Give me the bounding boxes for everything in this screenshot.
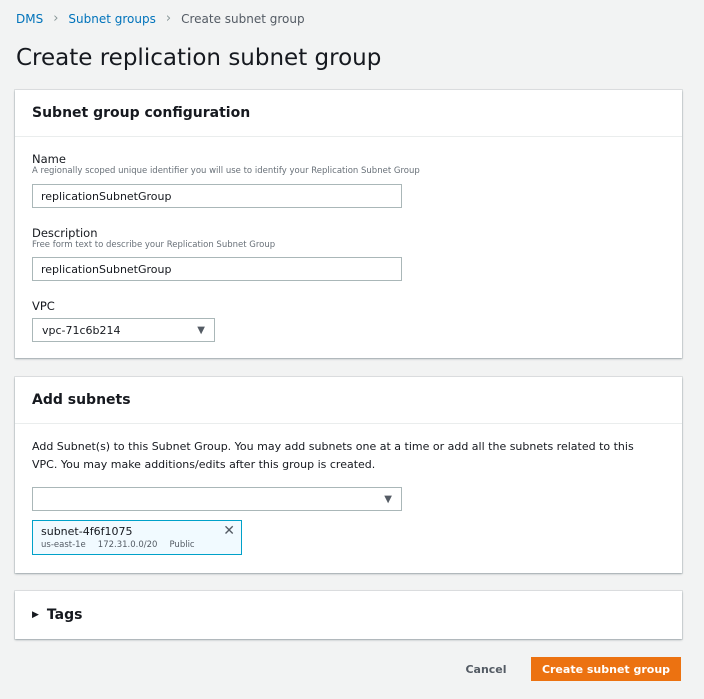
name-label: Name — [32, 152, 66, 166]
close-icon[interactable]: ✕ — [223, 524, 235, 538]
subnet-token-meta: us-east-1e 172.31.0.0/20 Public — [41, 539, 233, 551]
tags-panel: ▶ Tags — [15, 591, 682, 639]
chevron-right-icon: › — [165, 11, 172, 26]
description-description: Free form text to describe your Replicat… — [32, 240, 276, 250]
caret-down-icon: ▼ — [384, 493, 392, 505]
description-label: Description — [32, 226, 98, 240]
name-input[interactable] — [32, 184, 402, 208]
tags-expand-toggle[interactable]: ▶ Tags — [15, 591, 682, 639]
subnet-token-type: Public — [169, 540, 195, 550]
caret-down-icon: ▼ — [197, 324, 205, 336]
vpc-label: VPC — [32, 299, 55, 313]
add-subnets-info: Add Subnet(s) to this Subnet Group. You … — [32, 440, 634, 471]
vpc-select[interactable]: vpc-71c6b214 ▼ — [32, 318, 215, 342]
create-subnet-group-button[interactable]: Create subnet group — [531, 657, 681, 681]
description-field-labels: Description Free form text to describe y… — [32, 226, 275, 251]
subnet-select[interactable]: ▼ — [32, 487, 402, 511]
panel-header: Subnet group configuration — [15, 90, 682, 137]
tags-header-label: Tags — [46, 607, 83, 623]
breadcrumb: DMS › Subnet groups › Create subnet grou… — [16, 11, 305, 26]
cancel-button[interactable]: Cancel — [452, 657, 520, 681]
subnet-group-configuration-panel: Subnet group configuration Name A region… — [15, 90, 682, 358]
add-subnets-panel: Add subnets Add Subnet(s) to this Subnet… — [15, 377, 682, 573]
page: DMS › Subnet groups › Create subnet grou… — [0, 0, 704, 699]
vpc-field-labels: VPC — [32, 299, 55, 313]
subnet-token-cidr: 172.31.0.0/20 — [97, 540, 158, 550]
breadcrumb-dms-link[interactable]: DMS — [16, 12, 43, 26]
panel-header: Add subnets — [15, 377, 682, 424]
page-title: Create replication subnet group — [16, 45, 382, 71]
vpc-select-value: vpc-71c6b214 — [42, 323, 121, 337]
name-description: A regionally scoped unique identifier yo… — [32, 166, 420, 176]
subnet-token: subnet-4f6f1075 us-east-1e 172.31.0.0/20… — [32, 520, 242, 555]
caret-right-icon: ▶ — [32, 610, 39, 620]
subnet-token-az: us-east-1e — [41, 540, 86, 550]
breadcrumb-subnet-groups-link[interactable]: Subnet groups — [68, 12, 155, 26]
description-input[interactable] — [32, 257, 402, 281]
chevron-right-icon: › — [53, 11, 59, 26]
breadcrumb-current: Create subnet group — [181, 11, 305, 26]
name-field-labels: Name A regionally scoped unique identifi… — [32, 152, 420, 177]
subnet-token-name: subnet-4f6f1075 — [41, 525, 133, 538]
